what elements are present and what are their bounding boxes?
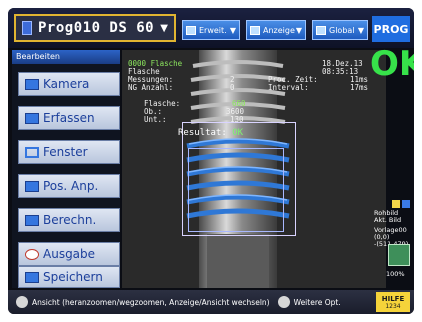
berechn-label: Berechn. xyxy=(43,213,97,227)
chevron-down-icon: ▼ xyxy=(357,25,364,35)
global-label: Global xyxy=(329,25,355,35)
overlay-unt-value: 130 xyxy=(230,115,244,124)
window-icon xyxy=(25,146,39,158)
help-button[interactable]: HILFE 1234 xyxy=(376,292,410,312)
overlay-unt-label: Unt.: xyxy=(144,115,167,124)
calculate-icon xyxy=(25,214,39,226)
akt-bild-swatch xyxy=(402,200,410,208)
overlay-interval-label: Interval: xyxy=(268,83,309,92)
camera-icon xyxy=(25,78,39,90)
global-icon xyxy=(316,25,326,35)
expand-icon xyxy=(186,25,196,35)
result-value: OK xyxy=(232,128,244,138)
screen: Prog010 DS 60 ▼ Erweit. ▼ Anzeige ▼ Glob… xyxy=(8,8,414,314)
fenster-label: Fenster xyxy=(43,145,88,159)
position-adjust-icon xyxy=(25,180,39,192)
zoom-level: 100% xyxy=(386,270,405,278)
more-options[interactable]: Weitere Opt. xyxy=(294,298,341,307)
edit-panel-title: Bearbeiten xyxy=(12,50,120,64)
erweitert-label: Erweit. xyxy=(199,25,227,35)
speichern-label: Speichern xyxy=(43,270,103,284)
rohbild-swatch xyxy=(392,200,400,208)
help-sub: 1234 xyxy=(385,302,401,310)
erweitert-button[interactable]: Erweit. ▼ xyxy=(182,20,240,40)
menu-icon[interactable] xyxy=(277,296,290,308)
pos-anp-label: Pos. Anp. xyxy=(43,179,99,193)
fenster-button[interactable]: Fenster xyxy=(18,140,120,164)
ok-indicator: OK xyxy=(370,44,414,84)
program-selector[interactable]: Prog010 DS 60 ▼ xyxy=(14,14,176,42)
kamera-button[interactable]: Kamera xyxy=(18,72,120,96)
speichern-button[interactable]: Speichern xyxy=(18,266,120,288)
thumbnail[interactable] xyxy=(388,244,410,266)
top-bar: Prog010 DS 60 ▼ Erweit. ▼ Anzeige ▼ Glob… xyxy=(8,8,414,48)
view-icon[interactable] xyxy=(16,296,28,308)
erfassen-button[interactable]: Erfassen xyxy=(18,106,120,130)
display-icon xyxy=(250,25,260,35)
global-button[interactable]: Global ▼ xyxy=(312,20,368,40)
prog-badge[interactable]: PROG xyxy=(372,16,410,42)
chevron-down-icon: ▼ xyxy=(160,22,168,34)
overlay-value-2: 0 xyxy=(230,83,235,92)
output-icon xyxy=(25,248,39,260)
edit-panel: Bearbeiten Kamera Erfassen Fenster Pos. … xyxy=(12,50,120,288)
chevron-down-icon: ▼ xyxy=(229,25,236,35)
akt-bild-label[interactable]: Akt. Bild xyxy=(374,217,401,224)
capture-icon xyxy=(25,112,39,124)
ausgabe-label: Ausgabe xyxy=(43,247,96,261)
ausgabe-button[interactable]: Ausgabe xyxy=(18,242,120,266)
roi-inner[interactable] xyxy=(188,148,284,232)
overlay-line-3: NG Anzahl: xyxy=(128,83,174,92)
overlay-interval-value: 17ms xyxy=(350,83,369,92)
help-label: HILFE xyxy=(381,294,405,303)
anzeige-button[interactable]: Anzeige ▼ xyxy=(246,20,306,40)
program-label: Prog010 DS 60 xyxy=(38,20,155,36)
result-readout: Resultat: OK xyxy=(178,128,243,138)
erfassen-label: Erfassen xyxy=(43,111,95,125)
pos-anp-button[interactable]: Pos. Anp. xyxy=(18,174,120,198)
view-hint: Ansicht (heranzoomen/wegzoomen, Anzeige/… xyxy=(32,297,270,307)
anzeige-label: Anzeige xyxy=(263,25,295,35)
camera-view[interactable]: 0000 Flasche 18.Dez.13 08:35:13 Flasche … xyxy=(122,50,386,288)
bottom-bar: Ansicht (heranzoomen/wegzoomen, Anzeige/… xyxy=(8,290,414,314)
save-icon xyxy=(25,271,39,283)
chevron-down-icon: ▼ xyxy=(295,25,302,35)
berechn-button[interactable]: Berechn. xyxy=(18,208,120,232)
program-icon xyxy=(22,21,32,35)
kamera-label: Kamera xyxy=(43,77,90,91)
result-label: Resultat: xyxy=(178,128,227,138)
